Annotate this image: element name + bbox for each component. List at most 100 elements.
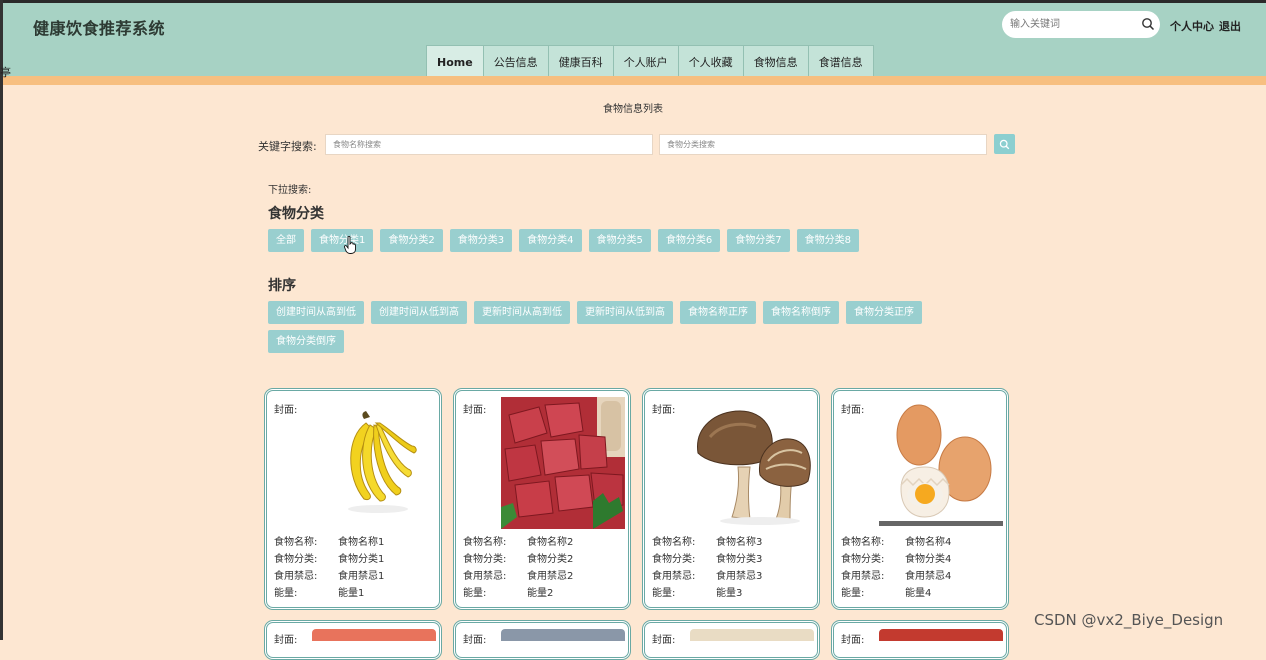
window-edge (0, 0, 3, 640)
info-key: 能量: (652, 588, 676, 599)
info-value: 食物分类3 (716, 554, 763, 565)
info-row: 食物名称: 食物名称2 (463, 534, 573, 551)
category-filter-button[interactable]: 食物分类2 (380, 229, 443, 252)
sort-button[interactable]: 食物分类正序 (846, 301, 922, 324)
personal-center-link[interactable]: 个人中心 (1170, 18, 1214, 34)
info-key: 能量: (463, 588, 487, 599)
info-value: 食用禁忌4 (905, 571, 952, 582)
info-row: 食物名称: 食物名称1 (274, 534, 384, 551)
food-name-search-input[interactable] (325, 134, 653, 155)
search-icon[interactable] (1141, 17, 1155, 31)
category-filter-button[interactable]: 食物分类5 (588, 229, 651, 252)
food-card-grid: 封面: 食物名称: 食物名称1 食物分类: 食物分类1 食用禁忌: 食用禁忌1 能量: 能量1… (264, 388, 1020, 610)
sort-button[interactable]: 创建时间从高到低 (268, 301, 364, 324)
info-row: 食物分类: 食物分类2 (463, 551, 573, 568)
nav-item[interactable]: 健康百科 (548, 46, 614, 79)
food-card[interactable]: 封面: 食物名称: 食物名称2 食物分类: 食物分类2 食用禁忌: 食用禁忌2 能量: 能量2 (453, 388, 631, 610)
search-icon (999, 139, 1010, 149)
sort-row: 创建时间从高到低 创建时间从低到高 更新时间从高到低 更新时间从低到高 食物名称正序 食物… (268, 301, 958, 359)
food-card[interactable]: 封面: (642, 620, 820, 660)
keyword-search-label: 关键字搜索: (258, 140, 317, 153)
side-char: 亭 (0, 66, 11, 79)
food-cover-image[interactable] (690, 629, 814, 641)
food-card[interactable]: 封面: 食物名称: 食物名称3 食物分类: 食物分类3 食用禁忌: 食用禁忌3 能量: 能量3 (642, 388, 820, 610)
info-key: 能量: (841, 588, 865, 599)
info-key: 食用禁忌: (463, 571, 507, 582)
category-filter-button[interactable]: 食物分类7 (727, 229, 790, 252)
info-key: 食物分类: (652, 554, 696, 565)
category-filter-button[interactable]: 食物分类3 (449, 229, 513, 252)
info-row: 食用禁忌: 食用禁忌3 (652, 568, 762, 585)
info-key: 食物名称: (841, 537, 885, 548)
info-row: 能量: 能量3 (652, 585, 762, 602)
food-cover-image[interactable] (501, 397, 625, 529)
food-card[interactable]: 封面: (831, 620, 1009, 660)
info-value: 食物名称4 (905, 537, 952, 548)
nav-item[interactable]: 个人收藏 (678, 46, 744, 79)
food-card-grid-row2: 封面: 封面: 封面: 封面: (264, 620, 1020, 660)
nav-item[interactable]: Home (427, 46, 484, 79)
sort-button[interactable]: 食物名称倒序 (763, 301, 839, 324)
category-filter-row: 全部 食物分类1 食物分类2 食物分类3 食物分类4 食物分类5 食物分类6 食物分类7 食物分… (268, 229, 958, 258)
cover-label: 封面: (652, 405, 676, 416)
food-cover-image[interactable] (879, 397, 1003, 529)
food-cover-image[interactable] (690, 397, 814, 529)
category-filter-button[interactable]: 全部 (268, 229, 304, 252)
category-filter-button[interactable]: 食物分类4 (519, 229, 582, 252)
info-value: 食物分类4 (905, 554, 952, 565)
info-row: 食用禁忌: 食用禁忌4 (841, 568, 951, 585)
sort-button[interactable]: 食物分类倒序 (268, 330, 344, 353)
category-filter-button[interactable]: 食物分类1 (311, 229, 374, 252)
sort-button[interactable]: 食物名称正序 (680, 301, 756, 324)
header-search-input[interactable] (1010, 16, 1136, 33)
info-value: 能量3 (716, 588, 743, 599)
food-cover-image[interactable] (312, 629, 436, 641)
cover-label: 封面: (274, 635, 298, 646)
info-value: 食物名称3 (716, 537, 763, 548)
food-category-search-input[interactable] (659, 134, 987, 155)
nav-item[interactable]: 个人账户 (613, 46, 679, 79)
food-info: 食物名称: 食物名称3 食物分类: 食物分类3 食用禁忌: 食用禁忌3 能量: 能量3 (652, 534, 762, 602)
info-row: 能量: 能量1 (274, 585, 384, 602)
hand-cursor-icon (344, 236, 356, 254)
nav-item[interactable]: 食谱信息 (808, 46, 873, 79)
category-title: 食物分类 (268, 206, 324, 222)
sort-button[interactable]: 更新时间从高到低 (474, 301, 570, 324)
food-cover-image[interactable] (879, 629, 1003, 641)
nav-item[interactable]: 食物信息 (743, 46, 809, 79)
info-value: 能量4 (905, 588, 932, 599)
cover-label: 封面: (841, 405, 865, 416)
header: 健康饮食推荐系统 个人中心 退出 Home公告信息健康百科个人账户个人收藏食物信… (0, 3, 1266, 79)
info-row: 能量: 能量4 (841, 585, 951, 602)
cover-label: 封面: (274, 405, 298, 416)
info-row: 食物名称: 食物名称4 (841, 534, 951, 551)
category-filter-button[interactable]: 食物分类6 (657, 229, 721, 252)
food-cover-image[interactable] (501, 629, 625, 641)
category-filter-button[interactable]: 食物分类8 (796, 229, 859, 252)
food-card[interactable]: 封面: (264, 620, 442, 660)
cover-label: 封面: (463, 635, 487, 646)
info-value: 食用禁忌2 (527, 571, 574, 582)
info-row: 食用禁忌: 食用禁忌2 (463, 568, 573, 585)
food-card[interactable]: 封面: (453, 620, 631, 660)
info-key: 食物名称: (463, 537, 507, 548)
info-key: 食用禁忌: (274, 571, 318, 582)
info-value: 食物名称2 (527, 537, 574, 548)
info-key: 食物名称: (274, 537, 318, 548)
sort-button[interactable]: 创建时间从低到高 (371, 301, 467, 324)
food-card[interactable]: 封面: 食物名称: 食物名称1 食物分类: 食物分类1 食用禁忌: 食用禁忌1 能量: 能量1 (264, 388, 442, 610)
info-key: 能量: (274, 588, 298, 599)
info-key: 食用禁忌: (841, 571, 885, 582)
food-card[interactable]: 封面: 食物名称: 食物名称4 食物分类: 食物分类4 食用禁忌: 食用禁忌4 能量: 能量4 (831, 388, 1009, 610)
main-nav: Home 公告信息 健康百科 个人账户 个人收藏 食物信息 食谱信息 (426, 45, 874, 79)
search-button[interactable] (994, 134, 1015, 154)
logout-link[interactable]: 退出 (1219, 18, 1241, 34)
food-cover-image[interactable] (312, 397, 436, 529)
info-row: 食物分类: 食物分类3 (652, 551, 762, 568)
info-value: 食物分类2 (527, 554, 574, 565)
page-heading: 食物信息列表 (603, 104, 663, 115)
header-search[interactable] (1002, 11, 1160, 38)
info-key: 食物名称: (652, 537, 696, 548)
sort-button[interactable]: 更新时间从低到高 (577, 301, 673, 324)
nav-item[interactable]: 公告信息 (483, 46, 549, 79)
